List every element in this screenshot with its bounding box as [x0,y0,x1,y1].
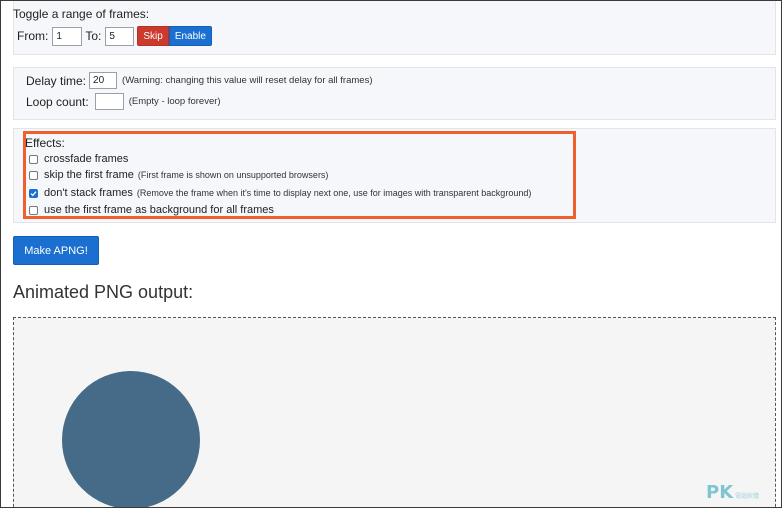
preview-circle-image [62,371,200,507]
skip-first-frame-label: skip the first frame [44,169,134,181]
loop-note: (Empty - loop forever) [128,96,221,107]
dont-stack-checkbox[interactable] [29,188,38,198]
effects-title: Effects: [25,136,65,150]
skip-button[interactable]: Skip [137,26,169,46]
watermark-logo: PK 電腦軟體 [706,482,759,503]
crossfade-checkbox[interactable] [29,154,38,164]
effect-dont-stack-row[interactable]: don't stack frames (Remove the frame whe… [29,187,531,199]
dont-stack-note: (Remove the frame when it's time to disp… [136,188,532,198]
output-heading: Animated PNG output: [13,282,194,302]
delay-row: Delay time: (Warning: changing this valu… [26,72,372,89]
skip-first-frame-note: (First frame is shown on unsupported bro… [137,170,329,180]
to-input[interactable] [105,26,135,46]
watermark-main: PK [706,482,734,503]
checkmark-icon [30,190,37,196]
crossfade-label: crossfade frames [44,153,129,165]
first-frame-bg-label: use the first frame as background for al… [44,204,274,216]
toggle-range-title: Toggle a range of frames: [13,7,150,21]
enable-button[interactable]: Enable [168,26,212,46]
effect-crossfade-row[interactable]: crossfade frames [29,153,128,165]
from-label: From: [17,29,49,43]
dont-stack-label: don't stack frames [44,187,133,199]
to-label: To: [85,29,102,43]
loop-row: Loop count: (Empty - loop forever) [26,93,221,110]
loop-input[interactable] [94,93,124,110]
effect-first-frame-bg-row[interactable]: use the first frame as background for al… [29,204,274,216]
loop-label: Loop count: [26,94,89,109]
toggle-range-controls: From: To: Skip Enable [17,26,212,46]
first-frame-bg-checkbox[interactable] [29,205,38,215]
skip-first-frame-checkbox[interactable] [29,170,38,180]
make-apng-button[interactable]: Make APNG! [13,236,99,265]
app-window: Toggle a range of frames: From: To: Skip… [0,0,782,508]
watermark-sub: 電腦軟體 [735,494,760,500]
delay-label: Delay time: [26,73,87,88]
delay-input[interactable] [89,72,118,89]
effect-skip-first-row[interactable]: skip the first frame (First frame is sho… [29,169,328,181]
delay-warning: (Warning: changing this value will reset… [122,75,373,86]
from-input[interactable] [52,26,83,46]
